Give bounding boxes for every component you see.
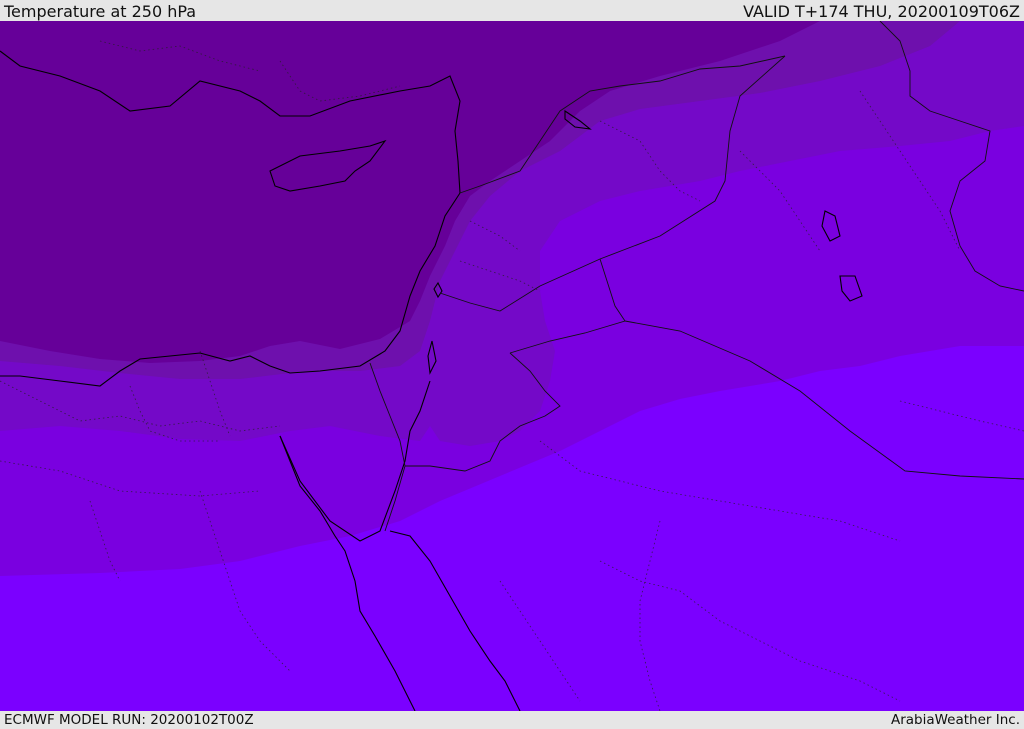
- map-canvas: [0, 21, 1024, 711]
- valid-time: VALID T+174 THU, 20200109T06Z: [743, 2, 1020, 21]
- weather-map: [0, 21, 1024, 711]
- map-title: Temperature at 250 hPa: [4, 2, 197, 21]
- header-bar: Temperature at 250 hPa VALID T+174 THU, …: [0, 0, 1024, 21]
- footer-bar: ECMWF MODEL RUN: 20200102T00Z ArabiaWeat…: [0, 711, 1024, 729]
- credit: ArabiaWeather Inc.: [890, 712, 1020, 728]
- model-run: ECMWF MODEL RUN: 20200102T00Z: [4, 712, 254, 728]
